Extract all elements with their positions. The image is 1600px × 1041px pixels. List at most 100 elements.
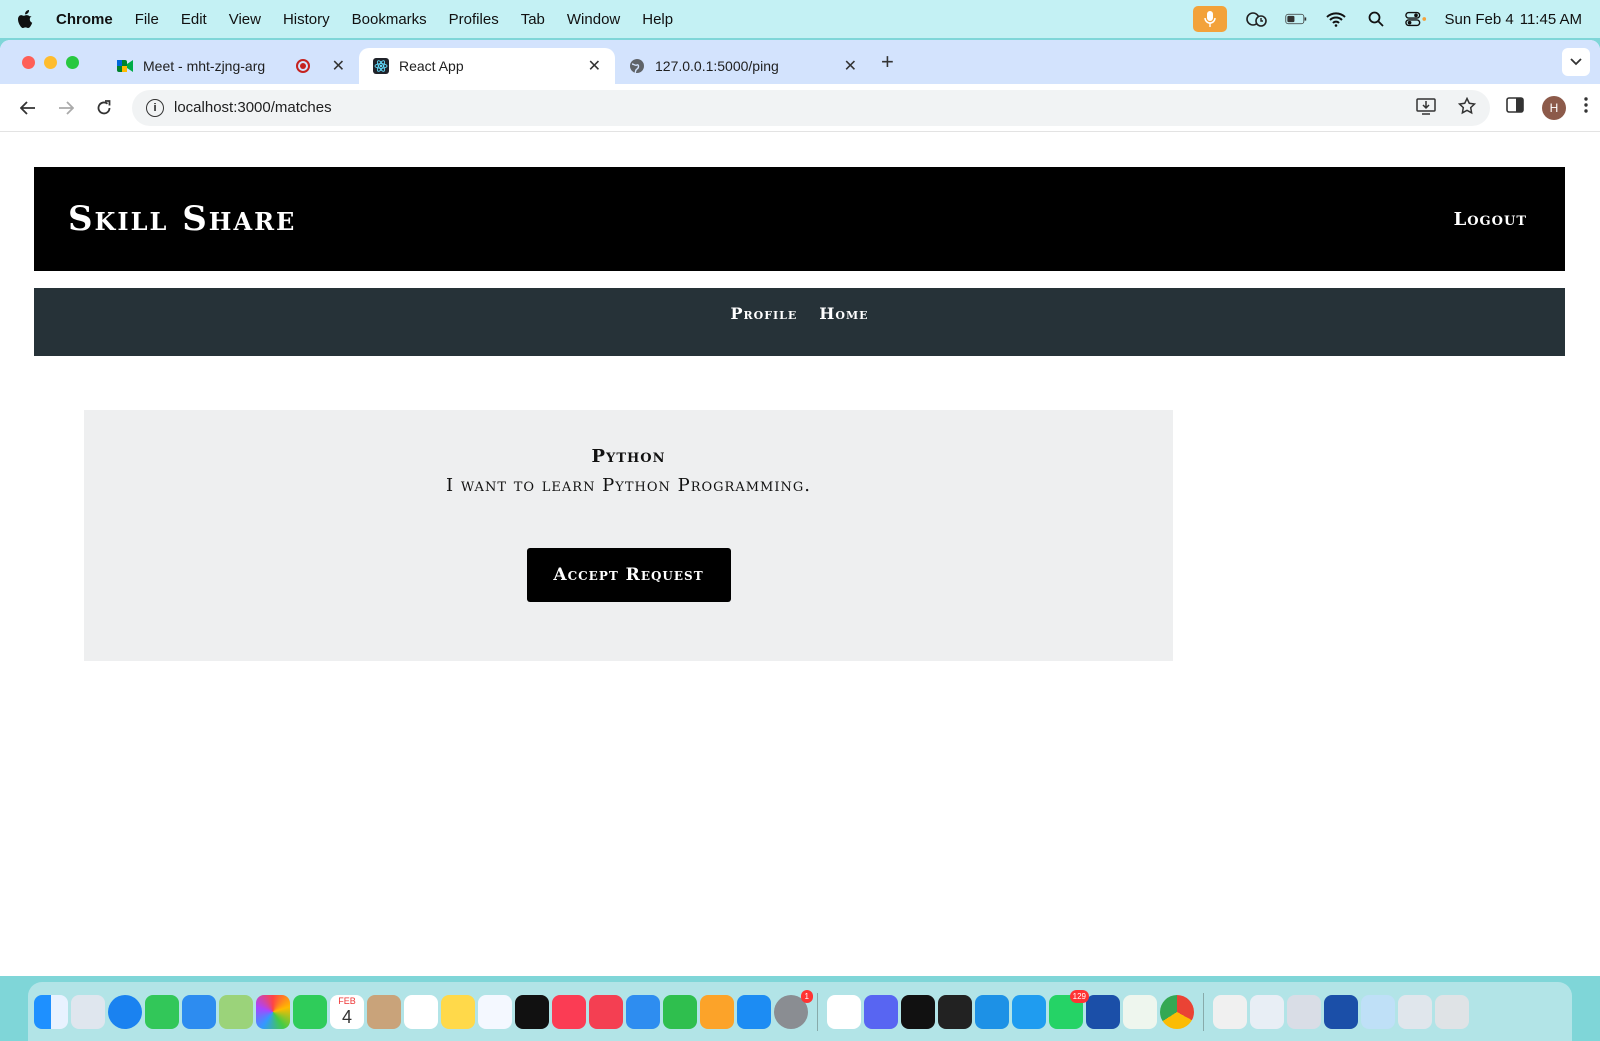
tab-search-chevron-icon[interactable] (1562, 48, 1590, 76)
close-tab-icon[interactable]: ✕ (844, 56, 857, 76)
browser-toolbar: i localhost:3000/matches H (0, 84, 1600, 132)
menu-bookmarks[interactable]: Bookmarks (352, 11, 427, 28)
apple-icon[interactable] (18, 10, 34, 28)
accept-request-button[interactable]: Accept Request (526, 548, 731, 602)
tab-meet[interactable]: Meet - mht-zjng-arg ✕ (103, 48, 359, 84)
postman-icon[interactable] (1324, 994, 1358, 1029)
menu-chrome[interactable]: Chrome (56, 11, 113, 28)
screenshot-thumbnail-icon[interactable] (1287, 994, 1321, 1029)
menu-window[interactable]: Window (567, 11, 620, 28)
dock-separator (1203, 992, 1204, 1031)
menubar-time[interactable]: 11:45 AM (1520, 11, 1582, 28)
menubar-date[interactable]: Sun Feb 4 (1445, 11, 1514, 28)
request-description: I want to learn Python Programming. (446, 475, 811, 496)
menu-profiles[interactable]: Profiles (449, 11, 499, 28)
browser-window: Meet - mht-zjng-arg ✕ React App ✕ 127.0.… (0, 40, 1600, 976)
safari-icon[interactable] (108, 994, 142, 1029)
logout-link[interactable]: Logout (1454, 209, 1527, 230)
nav-home-link[interactable]: Home (819, 304, 868, 323)
minimize-window-icon[interactable] (44, 55, 57, 69)
menu-edit[interactable]: Edit (181, 11, 207, 28)
zoom-window-icon[interactable] (66, 55, 79, 69)
photos-icon[interactable] (256, 994, 290, 1029)
finder-icon[interactable] (34, 994, 68, 1029)
recording-icon (295, 59, 310, 73)
music-icon[interactable] (552, 994, 586, 1029)
back-arrow-icon[interactable] (12, 92, 44, 124)
profile-avatar[interactable]: H (1542, 95, 1566, 120)
forward-arrow-icon[interactable] (50, 92, 82, 124)
appletv-icon[interactable] (515, 994, 549, 1029)
close-tab-icon[interactable]: ✕ (332, 56, 345, 76)
keynote-icon[interactable] (626, 994, 660, 1029)
tab-title: Meet - mht-zjng-arg (143, 58, 266, 74)
site-nav: Profile Home (34, 288, 1565, 356)
spotlight-search-icon[interactable] (1365, 10, 1387, 28)
calendar-icon[interactable]: FEB 4 (330, 994, 364, 1029)
screenshot-thumbnail-icon[interactable] (1250, 994, 1284, 1029)
close-window-icon[interactable] (22, 55, 35, 69)
appstore-icon[interactable] (737, 994, 771, 1029)
tab-react-app[interactable]: React App ✕ (359, 48, 615, 84)
document-icon[interactable] (1213, 994, 1247, 1029)
terminal-icon[interactable] (938, 994, 972, 1029)
contacts-icon[interactable] (367, 994, 401, 1029)
mail-icon[interactable] (182, 994, 216, 1029)
discord-icon[interactable] (864, 994, 898, 1029)
settings-badge: 1 (800, 989, 813, 1003)
macos-dock: FEB 4 1 129 (28, 982, 1572, 1041)
site-brand[interactable]: Skill Share (68, 199, 296, 239)
new-tab-icon[interactable]: + (881, 49, 894, 75)
menu-help[interactable]: Help (642, 11, 673, 28)
site-info-icon[interactable]: i (146, 98, 164, 117)
settings-icon[interactable]: 1 (774, 989, 813, 1029)
pages-icon[interactable] (700, 994, 734, 1029)
microphone-icon[interactable] (1192, 6, 1227, 32)
notes-icon[interactable] (441, 994, 475, 1029)
docker-icon[interactable] (975, 994, 1009, 1029)
bookmark-star-icon[interactable] (1457, 96, 1477, 119)
menu-tab[interactable]: Tab (521, 11, 545, 28)
chrome-icon[interactable] (1160, 994, 1194, 1029)
numbers-icon[interactable] (663, 994, 697, 1029)
wifi-icon[interactable] (1325, 10, 1347, 28)
nav-profile-link[interactable]: Profile (730, 304, 797, 323)
dock-separator (817, 992, 818, 1031)
messages-icon[interactable] (145, 994, 179, 1029)
whatsapp-icon[interactable]: 129 (1049, 989, 1089, 1029)
menu-history[interactable]: History (283, 11, 330, 28)
url-text[interactable]: localhost:3000/matches (174, 99, 332, 116)
facetime-icon[interactable] (293, 994, 327, 1029)
maps-icon[interactable] (219, 994, 253, 1029)
match-card: Python I want to learn Python Programmin… (84, 410, 1173, 661)
skill-title: Python (591, 446, 666, 467)
slack-icon[interactable] (827, 994, 861, 1029)
macos-menubar: Chrome File Edit View History Bookmarks … (0, 0, 1600, 38)
reload-icon[interactable] (88, 92, 120, 124)
tab-title: React App (399, 58, 464, 74)
more-menu-icon[interactable] (1584, 97, 1588, 118)
mongodb-icon[interactable] (1123, 994, 1157, 1029)
tab-ping[interactable]: 127.0.0.1:5000/ping ✕ (615, 48, 871, 84)
time-machine-icon[interactable] (1245, 10, 1267, 28)
control-center-icon[interactable] (1404, 10, 1427, 28)
globe-icon (629, 58, 645, 74)
battery-icon[interactable] (1284, 10, 1307, 28)
launchpad-icon[interactable] (71, 994, 105, 1029)
news-icon[interactable] (589, 994, 623, 1029)
address-bar[interactable]: i localhost:3000/matches (132, 89, 1490, 126)
freeform-icon[interactable] (478, 994, 512, 1029)
screenshot-thumbnail-icon[interactable] (1398, 994, 1432, 1029)
install-app-icon[interactable] (1416, 97, 1436, 119)
reminders-icon[interactable] (404, 994, 438, 1029)
postman-icon[interactable] (1086, 994, 1120, 1029)
vscode-icon[interactable] (1012, 994, 1046, 1029)
trash-icon[interactable] (1435, 994, 1469, 1029)
close-tab-icon[interactable]: ✕ (588, 56, 601, 76)
downloads-folder-icon[interactable] (1361, 994, 1395, 1029)
intellij-icon[interactable] (901, 994, 935, 1029)
menu-view[interactable]: View (229, 11, 261, 28)
tab-title: 127.0.0.1:5000/ping (655, 58, 779, 74)
menu-file[interactable]: File (135, 11, 159, 28)
side-panel-icon[interactable] (1506, 97, 1524, 118)
